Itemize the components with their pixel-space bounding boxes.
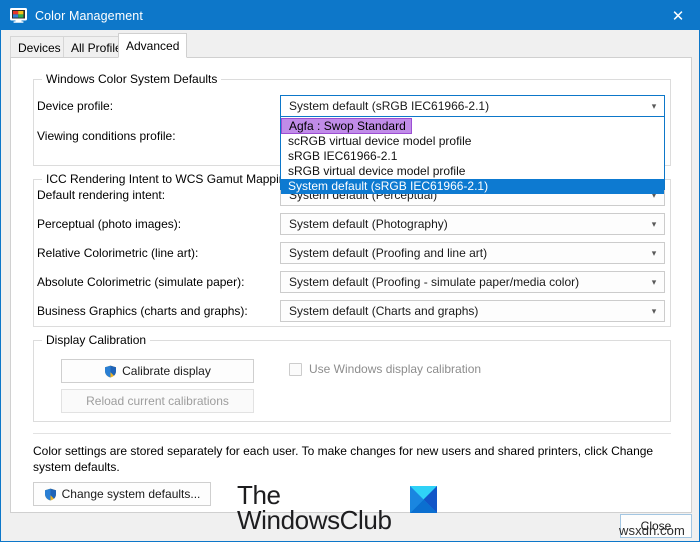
combo-perceptual[interactable]: System default (Photography) ▾ [280,213,665,235]
device-profile-dropdown-list[interactable]: Agfa : Swop Standard scRGB virtual devic… [280,116,665,194]
close-button-label: Close [640,519,672,533]
bottom-bar [2,513,699,541]
change-system-defaults-label: Change system defaults... [61,487,201,501]
dropdown-item-srgb-iec61966[interactable]: sRGB IEC61966-2.1 [281,149,664,164]
label-business-graphics: Business Graphics (charts and graphs): [37,304,248,318]
dropdown-item-scrgb-virtual-device-model-profile[interactable]: scRGB virtual device model profile [281,134,664,149]
combo-device-profile[interactable]: System default (sRGB IEC61966-2.1) ▾ [280,95,665,117]
close-icon[interactable]: ✕ [655,1,699,30]
reload-current-calibrations-button[interactable]: Reload current calibrations [61,389,254,413]
group-title-icc-mapping: ICC Rendering Intent to WCS Gamut Mappin… [42,172,297,186]
advanced-tab-panel: Windows Color System Defaults ICC Render… [10,58,692,513]
dropdown-item-system-default-srgb[interactable]: System default (sRGB IEC61966-2.1) [281,179,664,194]
label-perceptual: Perceptual (photo images): [37,217,182,231]
combo-device-profile-value: System default (sRGB IEC61966-2.1) [289,99,490,113]
combo-business-graphics[interactable]: System default (Charts and graphs) ▾ [280,300,665,322]
tab-devices[interactable]: Devices [10,36,69,58]
label-default-rendering: Default rendering intent: [37,188,166,202]
label-device-profile: Device profile: [37,99,114,113]
color-monitor-icon [10,8,27,23]
chevron-down-icon[interactable]: ▾ [644,243,664,263]
shield-icon [44,488,57,501]
tab-strip: Devices All Profiles Advanced [1,30,699,58]
calibrate-display-button[interactable]: Calibrate display [61,359,254,383]
tab-advanced[interactable]: Advanced [118,33,188,58]
footer-divider [33,433,671,434]
dropdown-item-agfa-swop-standard[interactable]: Agfa : Swop Standard [281,118,412,134]
group-title-wcs-defaults: Windows Color System Defaults [42,72,222,86]
combo-perceptual-value: System default (Photography) [289,217,448,231]
label-absolute-colorimetric: Absolute Colorimetric (simulate paper): [37,275,245,289]
chevron-down-icon[interactable]: ▾ [644,214,664,234]
chevron-down-icon[interactable]: ▾ [644,272,664,292]
use-windows-display-calibration-checkbox[interactable] [289,362,302,376]
change-system-defaults-button[interactable]: Change system defaults... [33,482,211,506]
group-title-display-calibration: Display Calibration [42,333,151,347]
combo-relative-colorimetric-value: System default (Proofing and line art) [289,246,488,260]
label-relative-colorimetric: Relative Colorimetric (line art): [37,246,199,260]
close-button[interactable]: Close [620,514,692,538]
label-viewing-conditions: Viewing conditions profile: [37,129,176,143]
calibrate-display-label: Calibrate display [122,364,211,378]
footer-note: Color settings are stored separately for… [33,444,654,474]
title-bar: Color Management ✕ [1,1,699,30]
dropdown-item-srgb-virtual-device-model-profile[interactable]: sRGB virtual device model profile [281,164,664,179]
window-title: Color Management [35,8,143,23]
use-windows-display-calibration-row[interactable]: Use Windows display calibration [289,362,481,376]
combo-absolute-colorimetric[interactable]: System default (Proofing - simulate pape… [280,271,665,293]
chevron-down-icon[interactable]: ▾ [644,96,664,116]
reload-current-calibrations-label: Reload current calibrations [86,394,229,408]
combo-absolute-colorimetric-value: System default (Proofing - simulate pape… [289,275,580,289]
chevron-down-icon[interactable]: ▾ [644,301,664,321]
combo-relative-colorimetric[interactable]: System default (Proofing and line art) ▾ [280,242,665,264]
use-windows-display-calibration-label: Use Windows display calibration [309,362,482,376]
shield-icon [104,365,117,378]
combo-business-graphics-value: System default (Charts and graphs) [289,304,479,318]
color-management-window: Color Management ✕ Devices All Profiles … [0,0,700,542]
